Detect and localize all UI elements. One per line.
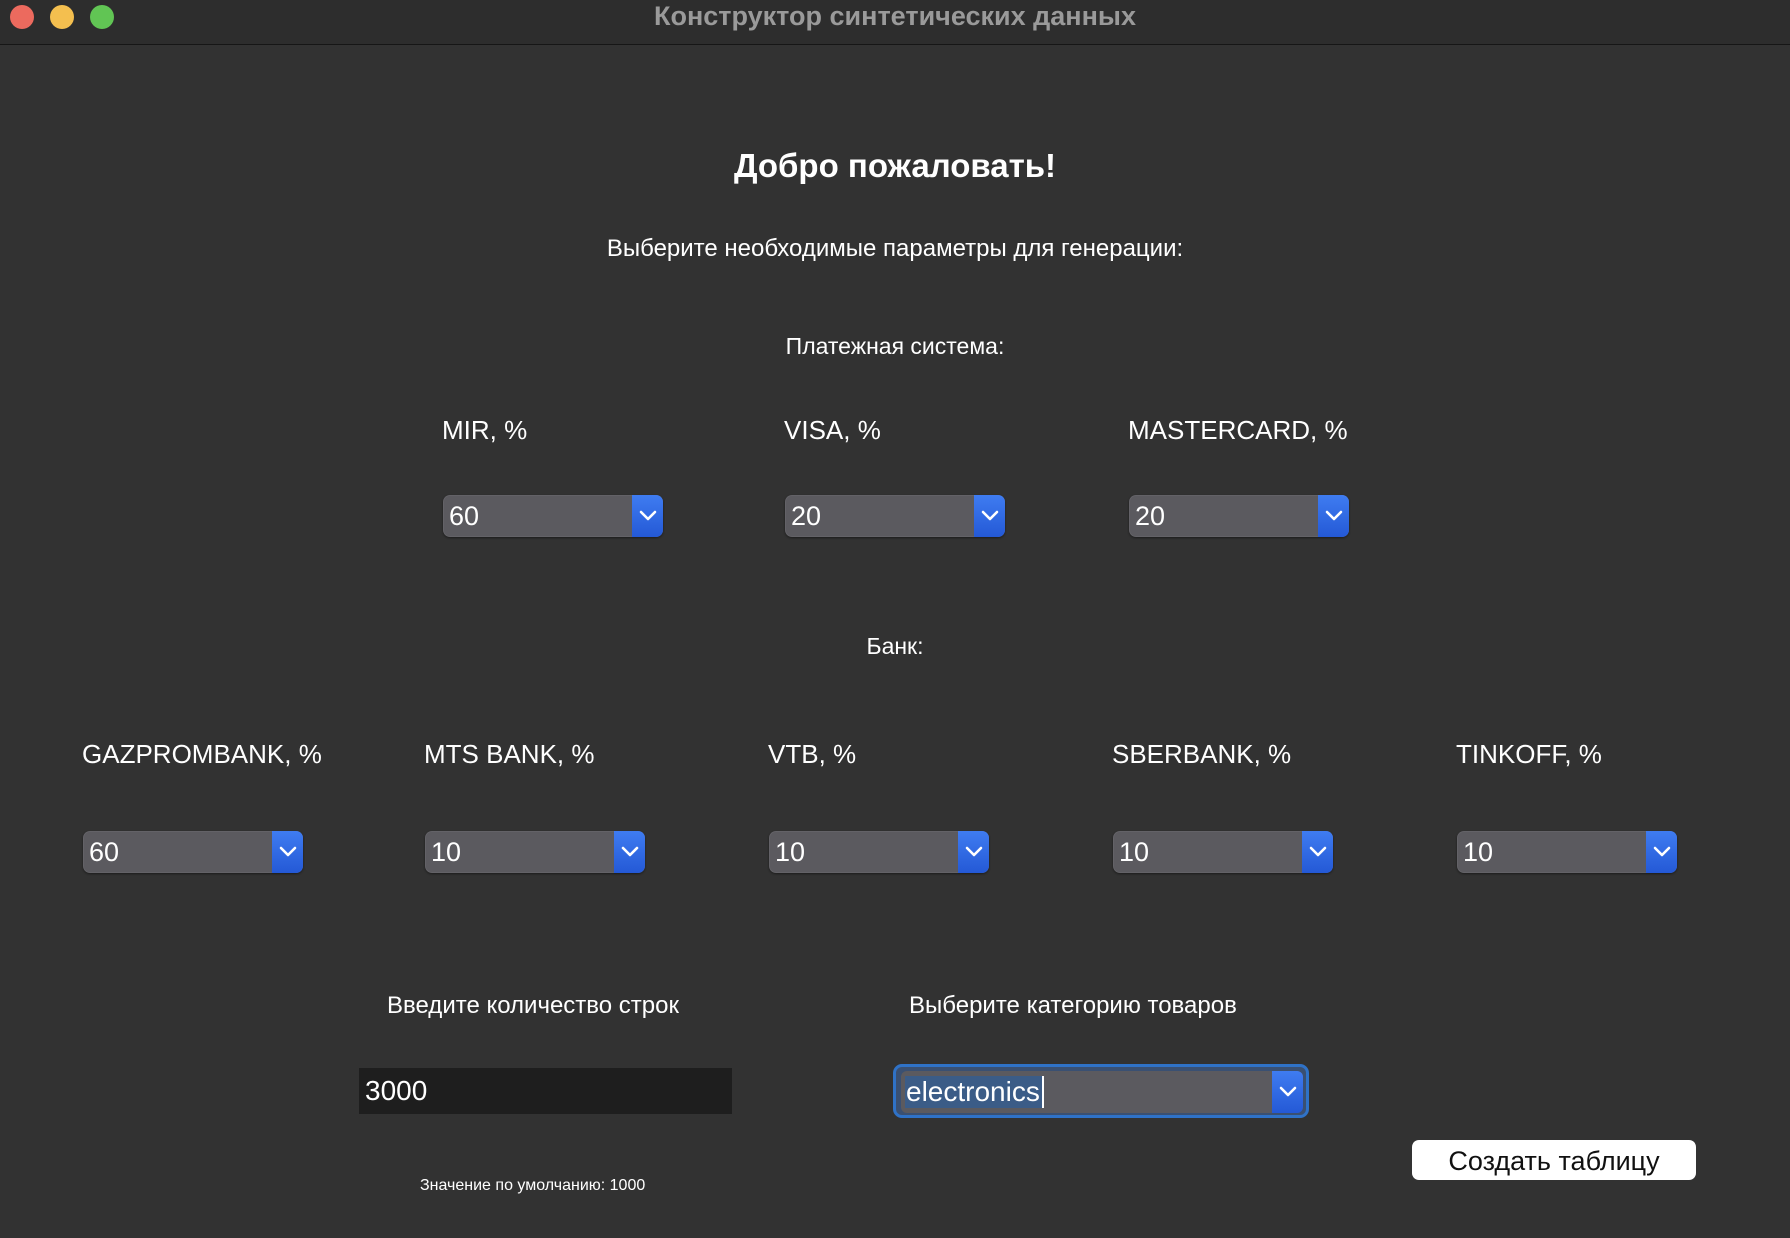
category-label: Выберите категорию товаров [909,992,1237,1019]
title-bar: Конструктор синтетических данных [0,0,1790,45]
tinkoff-label: TINKOFF, % [1456,739,1602,769]
sberbank-label: SBERBANK, % [1112,739,1292,769]
category-value[interactable]: electronics [905,1076,1044,1108]
window-title: Конструктор синтетических данных [654,1,1136,31]
gazprombank-value: 60 [89,837,120,867]
chevron-down-icon [958,831,989,873]
mir-value: 60 [449,501,480,531]
vtb-label: VTB, % [768,739,857,769]
tinkoff-value: 10 [1463,837,1494,867]
sberbank-select[interactable]: 10 [1113,831,1333,873]
vtb-value: 10 [775,837,806,867]
sberbank-value: 10 [1119,837,1150,867]
visa-select[interactable]: 20 [785,495,1005,537]
rows-default-hint: Значение по умолчанию: 1000 [420,1177,646,1194]
bank-section-label: Банк: [866,633,924,659]
mastercard-value: 20 [1135,501,1166,531]
mts-bank-value: 10 [431,837,462,867]
visa-label: VISA, % [784,415,881,445]
mastercard-label: MASTERCARD, % [1128,415,1348,445]
mts-bank-select[interactable]: 10 [425,831,645,873]
mir-label: MIR, % [442,415,528,445]
chevron-down-icon[interactable] [1272,1071,1303,1113]
chevron-down-icon [272,831,303,873]
chevron-down-icon [614,831,645,873]
mastercard-select[interactable]: 20 [1129,495,1349,537]
vtb-select[interactable]: 10 [769,831,989,873]
create-table-button[interactable]: Создать таблицу [1412,1140,1696,1180]
chevron-down-icon [1318,495,1349,537]
rows-input[interactable] [359,1068,732,1114]
category-combobox[interactable]: electronics [901,1071,1303,1113]
chevron-down-icon [1646,831,1677,873]
rows-label: Введите количество строк [387,992,679,1019]
gazprombank-select[interactable]: 60 [83,831,303,873]
chevron-down-icon [1302,831,1333,873]
payment-section-label: Платежная система: [785,333,1005,359]
subtitle: Выберите необходимые параметры для генер… [606,235,1184,262]
gazprombank-label: GAZPROMBANK, % [82,739,322,769]
mts-bank-label: MTS BANK, % [424,739,595,769]
visa-value: 20 [791,501,822,531]
tinkoff-select[interactable]: 10 [1457,831,1677,873]
chevron-down-icon [974,495,1005,537]
welcome-heading: Добро пожаловать! [733,147,1057,184]
chevron-down-icon [632,495,663,537]
mir-select[interactable]: 60 [443,495,663,537]
